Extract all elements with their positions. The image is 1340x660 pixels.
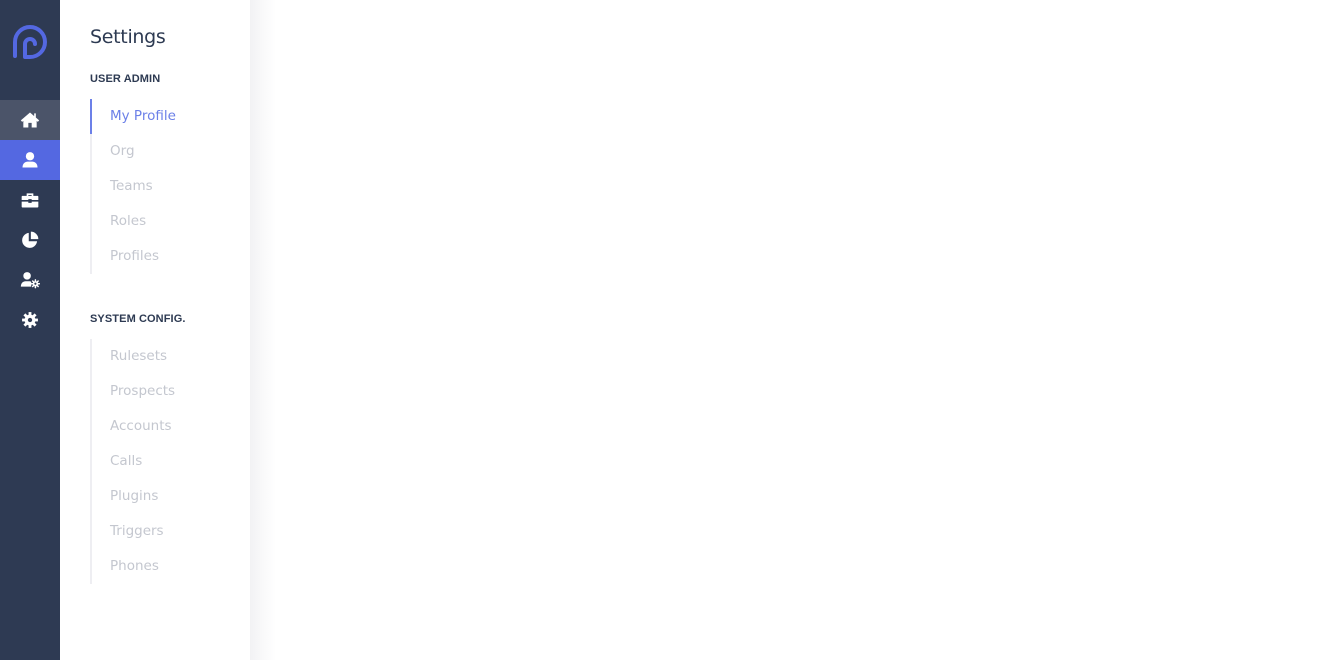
nav-group-user-admin: My Profile Org Teams Roles Profiles bbox=[90, 99, 176, 274]
section-label-system-config: SYSTEM CONFIG. bbox=[90, 313, 186, 325]
page-title: Settings bbox=[90, 26, 166, 48]
main-content bbox=[276, 0, 1340, 660]
nav-item-roles[interactable]: Roles bbox=[92, 204, 176, 239]
gear-icon bbox=[22, 312, 38, 328]
pie-chart-icon bbox=[22, 231, 39, 248]
user-cog-icon bbox=[20, 272, 40, 289]
settings-panel: Settings USER ADMIN My Profile Org Teams… bbox=[60, 0, 250, 660]
section-label-user-admin: USER ADMIN bbox=[90, 73, 161, 85]
nav-item-my-profile[interactable]: My Profile bbox=[90, 99, 176, 134]
nav-item-triggers[interactable]: Triggers bbox=[92, 514, 175, 549]
briefcase-icon bbox=[21, 193, 39, 208]
rail-item-settings[interactable] bbox=[0, 300, 60, 340]
home-icon bbox=[20, 112, 40, 128]
nav-item-profiles[interactable]: Profiles bbox=[92, 239, 176, 274]
nav-item-accounts[interactable]: Accounts bbox=[92, 409, 175, 444]
nav-group-system-config: Rulesets Prospects Accounts Calls Plugin… bbox=[90, 339, 175, 584]
rail-item-user-settings[interactable] bbox=[0, 260, 60, 300]
panel-shadow bbox=[250, 0, 276, 660]
rail-item-briefcase[interactable] bbox=[0, 180, 60, 220]
rail-item-user[interactable] bbox=[0, 140, 60, 180]
brand-logo[interactable] bbox=[10, 22, 50, 62]
nav-item-org[interactable]: Org bbox=[92, 134, 176, 169]
icon-rail bbox=[0, 0, 60, 660]
nav-item-phones[interactable]: Phones bbox=[92, 549, 175, 584]
rail-item-home[interactable] bbox=[0, 100, 60, 140]
nav-item-prospects[interactable]: Prospects bbox=[92, 374, 175, 409]
user-icon bbox=[22, 152, 38, 168]
nav-item-plugins[interactable]: Plugins bbox=[92, 479, 175, 514]
nav-item-rulesets[interactable]: Rulesets bbox=[92, 339, 175, 374]
nav-item-calls[interactable]: Calls bbox=[92, 444, 175, 479]
rail-item-reports[interactable] bbox=[0, 220, 60, 260]
nav-item-teams[interactable]: Teams bbox=[92, 169, 176, 204]
logo-icon bbox=[13, 25, 47, 59]
